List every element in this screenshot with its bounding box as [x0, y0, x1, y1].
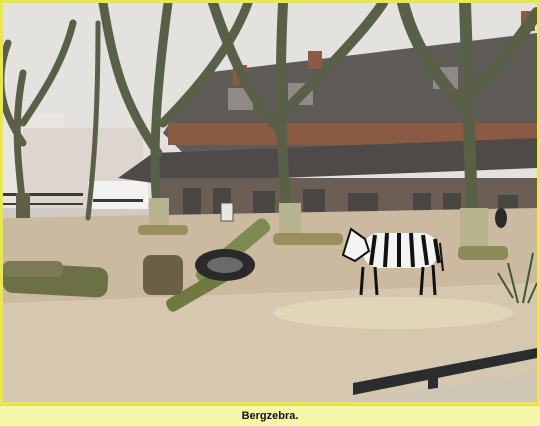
hanging-cage: [220, 202, 234, 222]
photo-scene: [3, 3, 537, 402]
caption-bar: Bergzebra.: [0, 405, 540, 426]
photo-frame: [0, 0, 540, 405]
photo-caption: Bergzebra.: [241, 410, 299, 422]
zoo-enclosure-photo: [3, 3, 537, 402]
